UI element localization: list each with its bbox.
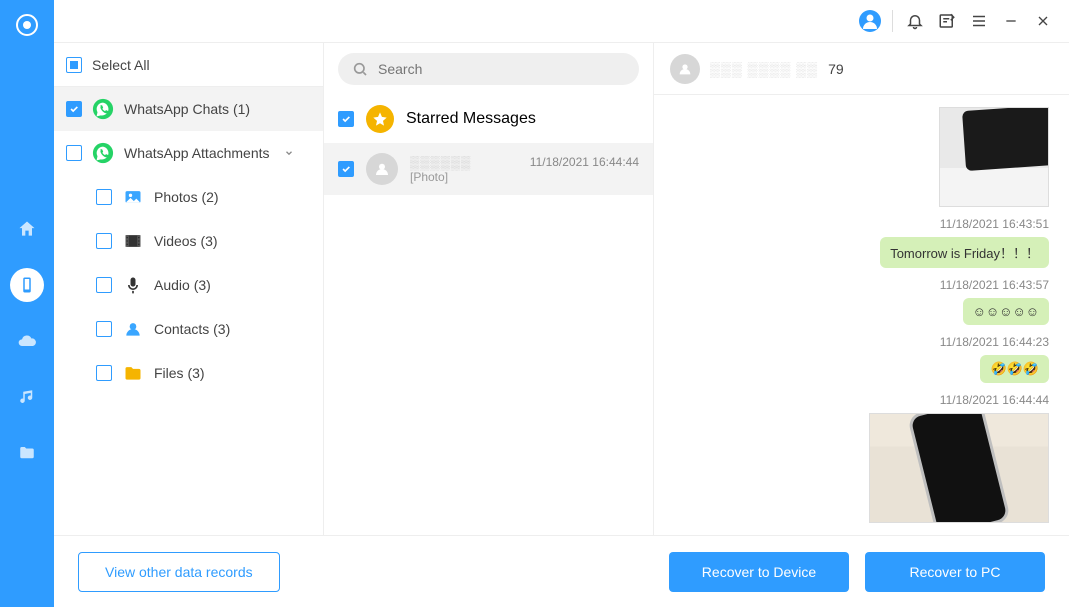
chat-checkbox[interactable] (338, 161, 354, 177)
subcategory-contacts[interactable]: Contacts (3) (54, 307, 323, 351)
whatsapp-icon (92, 98, 114, 120)
subcategory-label: Contacts (3) (154, 321, 230, 337)
category-label: WhatsApp Attachments (124, 145, 270, 161)
footer-actions: View other data records Recover to Devic… (54, 535, 1069, 607)
subcategory-label: Photos (2) (154, 189, 219, 205)
chevron-down-icon (284, 148, 294, 158)
message-timestamp: 11/18/2021 16:44:44 (940, 393, 1049, 407)
window-minimize[interactable] (999, 9, 1023, 33)
starred-checkbox[interactable] (338, 111, 354, 127)
chat-timestamp: 11/18/2021 16:44:44 (530, 155, 639, 169)
nav-home[interactable] (10, 212, 44, 246)
search-input[interactable] (378, 61, 625, 77)
nav-folder[interactable] (10, 436, 44, 470)
left-nav-rail (0, 0, 54, 607)
recover-to-device-button[interactable]: Recover to Device (669, 552, 849, 592)
bell-icon[interactable] (903, 9, 927, 33)
starred-messages-row[interactable]: Starred Messages (324, 95, 653, 143)
category-checkbox[interactable] (96, 277, 112, 293)
chat-list-panel: Starred Messages ▒▒▒▒▒▒ 11/18/2021 16:44… (324, 43, 654, 535)
select-all-checkbox[interactable] (66, 57, 82, 73)
category-label: WhatsApp Chats (1) (124, 101, 250, 117)
feedback-icon[interactable] (935, 9, 959, 33)
message-image[interactable] (869, 413, 1049, 523)
subcategory-label: Files (3) (154, 365, 205, 381)
subcategory-label: Videos (3) (154, 233, 218, 249)
window-close[interactable] (1031, 9, 1055, 33)
videos-icon (122, 230, 144, 252)
audio-icon (122, 274, 144, 296)
account-icon[interactable] (858, 9, 882, 33)
menu-icon[interactable] (967, 9, 991, 33)
message-timestamp: 11/18/2021 16:43:51 (940, 217, 1049, 231)
category-checkbox[interactable] (66, 145, 82, 161)
separator (892, 10, 893, 32)
window-topbar (54, 0, 1069, 42)
category-checkbox[interactable] (66, 101, 82, 117)
chat-list-item[interactable]: ▒▒▒▒▒▒ 11/18/2021 16:44:44 [Photo] (324, 143, 653, 195)
message-image[interactable] (939, 107, 1049, 207)
nav-cloud[interactable] (10, 324, 44, 358)
recover-to-pc-button[interactable]: Recover to PC (865, 552, 1045, 592)
message-timestamp: 11/18/2021 16:43:57 (940, 278, 1049, 292)
search-box[interactable] (338, 53, 639, 85)
chat-name-masked: ▒▒▒▒▒▒ (410, 155, 471, 170)
message-bubble: ☺☺☺☺☺ (963, 298, 1049, 325)
category-checkbox[interactable] (96, 321, 112, 337)
category-checkbox[interactable] (96, 189, 112, 205)
starred-label: Starred Messages (406, 110, 536, 128)
message-bubble: 🤣🤣🤣 (980, 355, 1049, 383)
category-checkbox[interactable] (96, 233, 112, 249)
whatsapp-icon (92, 142, 114, 164)
conversation-title-masked: ▒▒▒ ▒▒▒▒ ▒▒ (710, 61, 818, 77)
message-timestamp: 11/18/2021 16:44:23 (940, 335, 1049, 349)
search-icon (352, 61, 368, 77)
nav-music[interactable] (10, 380, 44, 414)
files-icon (122, 362, 144, 384)
view-other-records-button[interactable]: View other data records (78, 552, 280, 592)
subcategory-photos[interactable]: Photos (2) (54, 175, 323, 219)
message-list: 11/18/2021 16:43:51 Tomorrow is Friday！！… (654, 95, 1069, 535)
category-checkbox[interactable] (96, 365, 112, 381)
select-all-row[interactable]: Select All (54, 43, 323, 87)
app-logo-icon (10, 8, 44, 42)
conversation-header: ▒▒▒ ▒▒▒▒ ▒▒ 79 (654, 43, 1069, 95)
nav-device[interactable] (10, 268, 44, 302)
conversation-avatar-icon (670, 54, 700, 84)
contacts-icon (122, 318, 144, 340)
photos-icon (122, 186, 144, 208)
category-tree: Select All WhatsApp Chats (1) (54, 43, 324, 535)
category-whatsapp-chats[interactable]: WhatsApp Chats (1) (54, 87, 323, 131)
subcategory-audio[interactable]: Audio (3) (54, 263, 323, 307)
subcategory-label: Audio (3) (154, 277, 211, 293)
chat-subtitle: [Photo] (410, 170, 639, 184)
subcategory-files[interactable]: Files (3) (54, 351, 323, 395)
category-whatsapp-attachments[interactable]: WhatsApp Attachments (54, 131, 323, 175)
conversation-panel: ▒▒▒ ▒▒▒▒ ▒▒ 79 11/18/2021 16:43:51 Tomor… (654, 43, 1069, 535)
subcategory-videos[interactable]: Videos (3) (54, 219, 323, 263)
select-all-label: Select All (92, 57, 150, 73)
conversation-title-suffix: 79 (828, 61, 844, 77)
message-bubble: Tomorrow is Friday！！！ (880, 237, 1049, 268)
chat-avatar-icon (366, 153, 398, 185)
star-icon (366, 105, 394, 133)
